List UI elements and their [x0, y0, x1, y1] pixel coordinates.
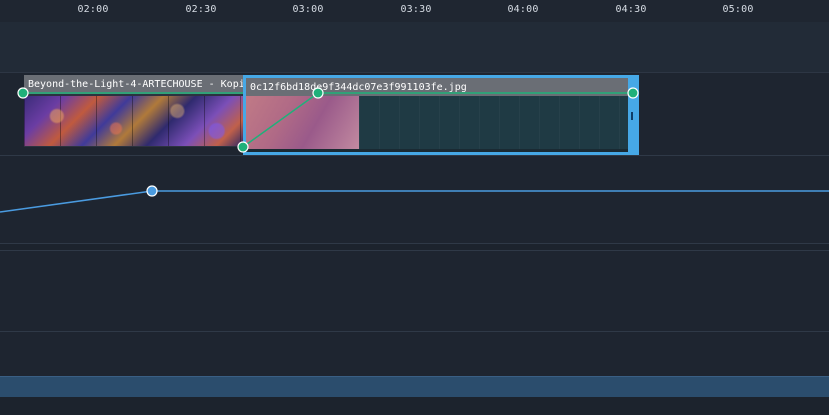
image-clip-selected[interactable]: 0c12f6bd18de9f344dc07e3f991103fe.jpg [243, 75, 639, 155]
tick-label: 05:00 [722, 4, 754, 15]
tick-label: 02:00 [77, 4, 109, 15]
track-divider [0, 244, 829, 251]
tick-label: 03:00 [292, 4, 324, 15]
timeline-panel: 02:00 02:30 03:00 03:30 04:00 04:30 05:0… [0, 0, 829, 415]
video-clip[interactable]: Beyond-the-Light-4-ARTECHOUSE - Kopie (1… [24, 75, 243, 147]
tick-label: 04:30 [615, 4, 647, 15]
keyframe-handle[interactable] [312, 87, 324, 99]
automation-keyframe-handle[interactable] [146, 185, 158, 197]
clip-title: Beyond-the-Light-4-ARTECHOUSE - Kopie (1… [24, 75, 243, 94]
clip-thumbnail [246, 96, 359, 149]
automation-track-lane[interactable] [0, 156, 829, 244]
clip-title: 0c12f6bd18de9f344dc07e3f991103fe.jpg [246, 78, 636, 97]
audio-track-lane[interactable] [0, 376, 829, 397]
keyframe-handle[interactable] [17, 87, 29, 99]
tick-label: 04:00 [507, 4, 539, 15]
clip-body [359, 96, 630, 149]
track-lane[interactable] [0, 251, 829, 332]
keyframe-handle[interactable] [237, 141, 249, 153]
keyframe-handle[interactable] [627, 87, 639, 99]
clip-filmstrip [24, 96, 243, 146]
tick-label: 03:30 [400, 4, 432, 15]
track-lane[interactable] [0, 397, 829, 415]
track-lane[interactable] [0, 22, 829, 73]
time-ruler[interactable]: 02:00 02:30 03:00 03:30 04:00 04:30 05:0… [0, 0, 829, 22]
track-lane[interactable] [0, 332, 829, 376]
tick-label: 02:30 [185, 4, 217, 15]
grip-icon [631, 112, 633, 120]
